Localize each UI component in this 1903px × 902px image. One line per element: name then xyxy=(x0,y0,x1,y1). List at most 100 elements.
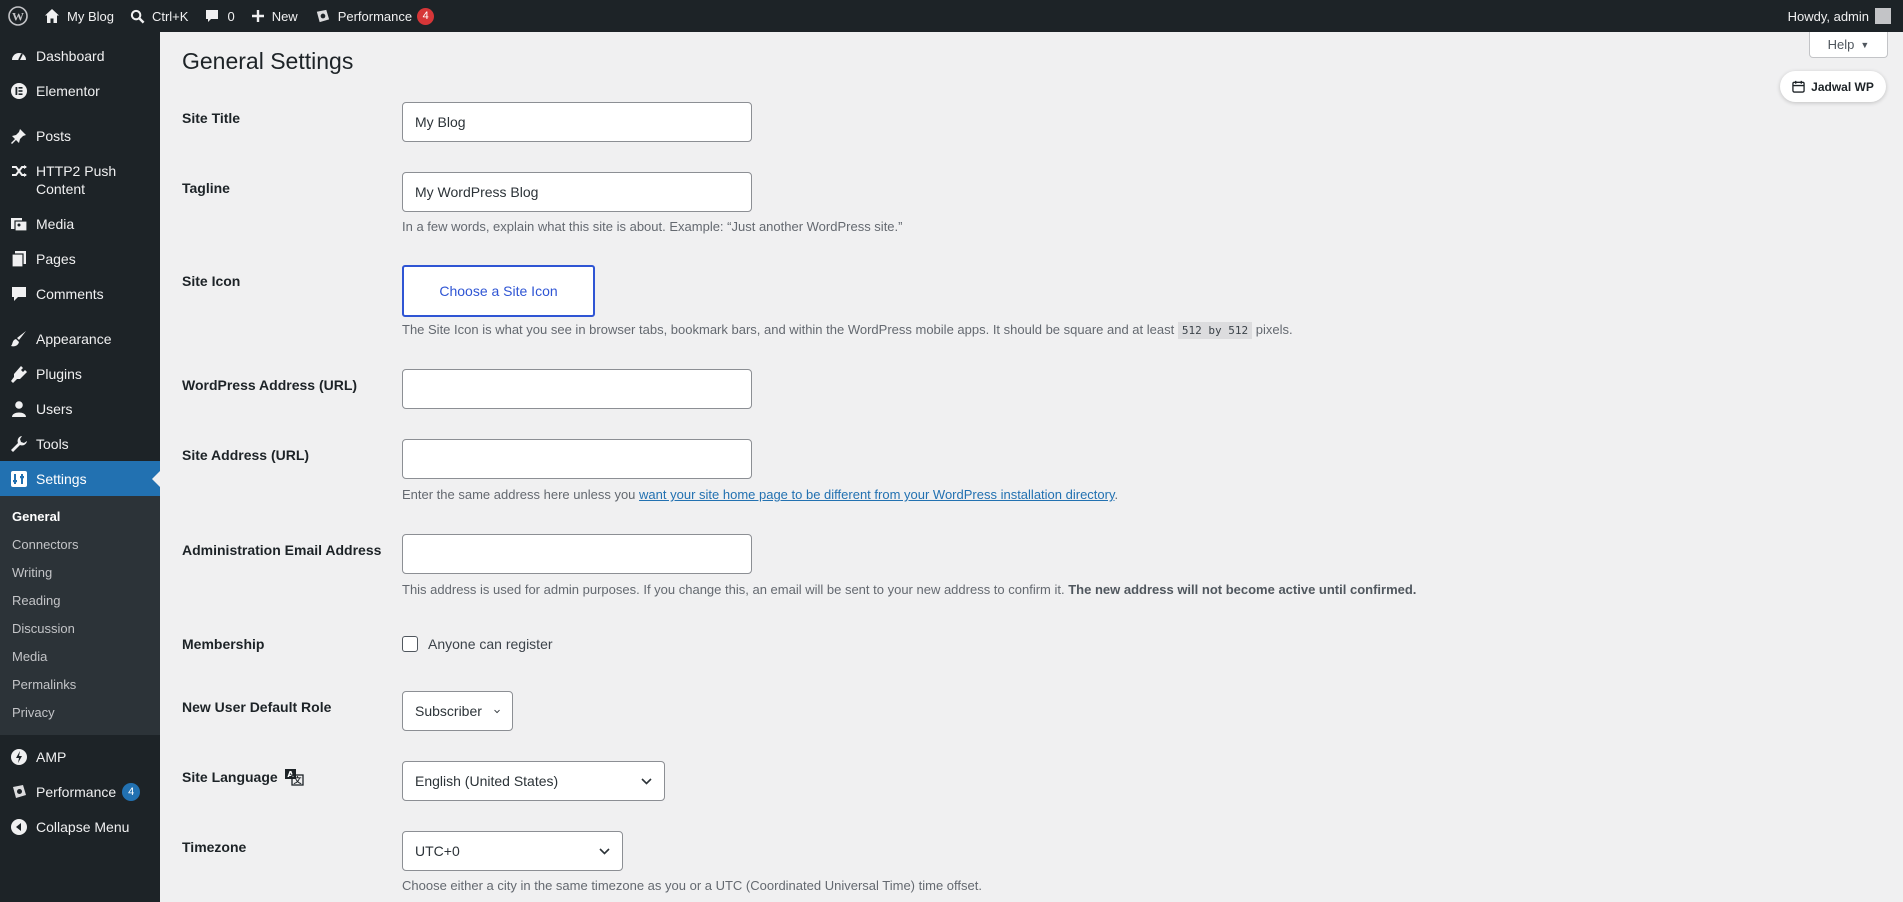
wrench-icon xyxy=(10,435,28,453)
sidebar-item-label: Users xyxy=(36,401,73,417)
sidebar-item-label: AMP xyxy=(36,749,67,765)
my-account-link[interactable]: Howdy, admin xyxy=(1780,0,1899,32)
svg-text:W: W xyxy=(12,10,24,24)
performance-count-badge: 4 xyxy=(122,783,141,801)
sidebar-item-http2-push[interactable]: HTTP2 Push Content xyxy=(0,153,160,206)
site-language-select[interactable]: English (United States) xyxy=(402,761,665,801)
command-palette-link[interactable]: Ctrl+K xyxy=(122,0,196,32)
site-address-description: Enter the same address here unless you w… xyxy=(402,486,1118,504)
admin-email-description: This address is used for admin purposes.… xyxy=(402,581,1416,599)
sidebar-item-users[interactable]: Users xyxy=(0,391,160,426)
performance-icon xyxy=(10,783,28,801)
plug-icon xyxy=(10,365,28,383)
wordpress-logo-icon[interactable]: W xyxy=(0,0,36,32)
tagline-input[interactable]: My WordPress Blog xyxy=(402,172,752,212)
sidebar-item-label: Settings xyxy=(36,471,87,487)
submenu-item-connectors[interactable]: Connectors xyxy=(0,531,160,559)
dashboard-icon xyxy=(10,47,28,65)
site-icon-label: Site Icon xyxy=(182,273,241,289)
jadwal-label: Jadwal WP xyxy=(1811,79,1874,94)
site-address-input[interactable] xyxy=(402,439,752,479)
collapse-menu-button[interactable]: Collapse Menu xyxy=(0,809,160,844)
sidebar-item-settings[interactable]: Settings xyxy=(0,461,160,496)
membership-label: Membership xyxy=(182,636,265,652)
site-name-link[interactable]: My Blog xyxy=(36,0,122,32)
help-tab-button[interactable]: Help ▼ xyxy=(1809,32,1888,58)
site-title-input[interactable]: My Blog xyxy=(402,102,752,142)
default-role-label: New User Default Role xyxy=(182,699,332,715)
sidebar-item-appearance[interactable]: Appearance xyxy=(0,321,160,356)
site-icon-description: The Site Icon is what you see in browser… xyxy=(402,321,1293,340)
search-icon xyxy=(130,9,145,23)
submenu-item-writing[interactable]: Writing xyxy=(0,559,160,587)
sidebar-item-label: Collapse Menu xyxy=(36,819,130,835)
sidebar-item-tools[interactable]: Tools xyxy=(0,426,160,461)
calendar-icon xyxy=(1792,80,1805,93)
submenu-item-permalinks[interactable]: Permalinks xyxy=(0,671,160,699)
howdy-label: Howdy, admin xyxy=(1787,8,1869,24)
submenu-item-media[interactable]: Media xyxy=(0,643,160,671)
sidebar-item-performance[interactable]: Performance 4 xyxy=(0,774,160,809)
help-label: Help xyxy=(1827,37,1855,52)
performance-link[interactable]: Performance 4 xyxy=(306,0,442,32)
avatar xyxy=(1875,8,1891,24)
membership-checkbox-row[interactable]: Anyone can register xyxy=(402,636,553,652)
jadwal-wp-button[interactable]: Jadwal WP xyxy=(1780,71,1886,102)
page-title: General Settings xyxy=(182,48,354,74)
sidebar-item-label: Elementor xyxy=(36,83,100,99)
sidebar-item-posts[interactable]: Posts xyxy=(0,118,160,153)
tagline-description: In a few words, explain what this site i… xyxy=(402,219,903,234)
sidebar-item-comments[interactable]: Comments xyxy=(0,276,160,311)
site-icon-desc-text: The Site Icon is what you see in browser… xyxy=(402,322,1175,337)
site-icon-desc-end: pixels. xyxy=(1255,322,1293,337)
home-icon xyxy=(45,9,59,23)
timezone-select[interactable]: UTC+0 xyxy=(402,831,623,871)
comments-link[interactable]: 0 xyxy=(196,0,242,32)
site-icon-size-code: 512 by 512 xyxy=(1177,322,1253,339)
submenu-item-privacy[interactable]: Privacy xyxy=(0,699,160,727)
timezone-value: UTC+0 xyxy=(415,843,460,859)
search-shortcut-label: Ctrl+K xyxy=(151,8,189,24)
anyone-can-register-label[interactable]: Anyone can register xyxy=(428,636,553,652)
anyone-can-register-checkbox[interactable] xyxy=(402,636,418,652)
settings-icon xyxy=(10,470,28,488)
site-address-desc-text: Enter the same address here unless you xyxy=(402,487,636,502)
sidebar-item-label: Performance xyxy=(36,784,117,800)
submenu-item-general[interactable]: General xyxy=(0,503,160,531)
sidebar-item-label: Tools xyxy=(36,436,69,452)
submenu-item-reading[interactable]: Reading xyxy=(0,587,160,615)
sidebar-item-pages[interactable]: Pages xyxy=(0,241,160,276)
chevron-down-icon xyxy=(494,709,500,713)
sidebar-item-elementor[interactable]: Elementor xyxy=(0,73,160,108)
site-language-label-row: Site Language A文 xyxy=(182,768,304,786)
admin-email-desc-bold: The new address will not become active u… xyxy=(1068,582,1417,597)
pin-icon xyxy=(10,127,28,145)
default-role-select[interactable]: Subscriber xyxy=(402,691,513,731)
performance-badge: 4 xyxy=(417,7,435,25)
comments-count: 0 xyxy=(227,8,235,24)
site-address-label: Site Address (URL) xyxy=(182,447,310,463)
sidebar-item-label: HTTP2 Push Content xyxy=(36,163,117,197)
sidebar-item-label: Posts xyxy=(36,128,72,144)
elementor-icon xyxy=(10,82,28,100)
pages-icon xyxy=(10,250,28,268)
timezone-description: Choose either a city in the same timezon… xyxy=(402,878,982,893)
user-icon xyxy=(10,400,28,418)
wordpress-address-input[interactable] xyxy=(402,369,752,409)
site-address-help-link[interactable]: want your site home page to be different… xyxy=(639,487,1114,502)
sidebar-item-amp[interactable]: AMP xyxy=(0,739,160,774)
tagline-label: Tagline xyxy=(182,180,230,196)
new-content-link[interactable]: New xyxy=(243,0,306,32)
amp-icon xyxy=(10,748,28,766)
admin-email-input[interactable] xyxy=(402,534,752,574)
submenu-item-discussion[interactable]: Discussion xyxy=(0,615,160,643)
sidebar-item-dashboard[interactable]: Dashboard xyxy=(0,38,160,73)
choose-site-icon-button[interactable]: Choose a Site Icon xyxy=(402,265,595,317)
collapse-icon xyxy=(10,818,28,836)
new-label: New xyxy=(271,8,298,24)
plus-icon xyxy=(251,10,264,22)
admin-email-desc-text: This address is used for admin purposes.… xyxy=(402,582,1065,597)
performance-label: Performance xyxy=(337,8,413,24)
sidebar-item-plugins[interactable]: Plugins xyxy=(0,356,160,391)
sidebar-item-media[interactable]: Media xyxy=(0,206,160,241)
